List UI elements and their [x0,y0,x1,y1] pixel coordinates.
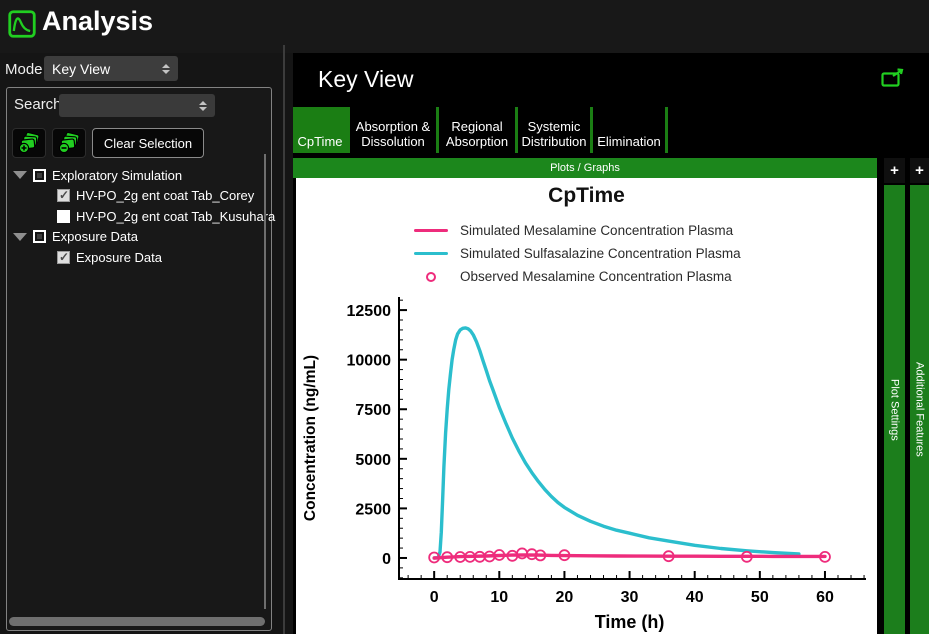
sidebar: Mode Key View Search [0,53,277,634]
key-view-window: Key View CpTime Absorption & Dissolution… [293,53,929,634]
tree-item-label: Exposure Data [52,229,138,244]
svg-text:20: 20 [556,589,574,606]
checkbox[interactable] [57,189,70,202]
collapse-expander-icon[interactable] [13,233,27,241]
mode-label: Mode [5,61,43,78]
select-all-button[interactable] [12,128,46,158]
clear-selection-button[interactable]: Clear Selection [92,128,204,158]
selection-panel: Search [6,87,272,631]
spinner-arrows-icon [162,64,170,74]
svg-text:40: 40 [686,589,704,606]
tree-item[interactable]: Exposure Data [7,247,261,268]
svg-text:60: 60 [816,589,834,606]
app-header: Analysis [0,0,929,53]
tree-item[interactable]: Exploratory Simulation [7,165,261,186]
svg-text:30: 30 [621,589,639,606]
app-title: Analysis [42,6,153,37]
plots-graphs-bar: Plots / Graphs [293,158,877,178]
tab-systemic-distribution[interactable]: Systemic Distribution [518,107,590,153]
spinner-arrows-icon [199,101,207,111]
svg-text:10: 10 [490,589,508,606]
legend-item: Simulated Mesalamine Concentration Plasm… [414,219,741,242]
tree-item-label: HV-PO_2g ent coat Tab_Kusuhara [76,209,275,224]
checkbox[interactable] [57,210,70,223]
mode-select-value: Key View [52,61,110,77]
pink-line-swatch [414,229,448,233]
window-title: Key View [318,66,413,93]
tree-item-label: HV-PO_2g ent coat Tab_Corey [76,188,254,203]
vertical-scrollbar[interactable] [264,154,266,609]
chart-title: CpTime [296,184,877,208]
deselect-all-button[interactable] [52,128,86,158]
checkbox[interactable] [33,230,46,243]
mode-select[interactable]: Key View [44,56,178,81]
chart-legend: Simulated Mesalamine Concentration Plasm… [414,219,741,288]
svg-text:0: 0 [430,589,439,606]
tree-item-label: Exposure Data [76,250,162,265]
tab-separator [665,107,668,153]
cptime-chart: 0 10 20 30 40 50 60 0 2500 5000 7500 10000 12500 Time… [300,281,875,634]
plot-settings-expand-button[interactable]: + [884,158,905,183]
checkbox[interactable] [33,169,46,182]
svg-text:Concentration (ng/mL): Concentration (ng/mL) [302,355,319,521]
simulation-tree: Exploratory Simulation HV-PO_2g ent coat… [7,165,261,268]
collapse-expander-icon[interactable] [13,171,27,179]
plot-settings-panel-tab[interactable]: Plot Settings [884,185,905,634]
tree-item-label: Exploratory Simulation [52,168,182,183]
svg-text:50: 50 [751,589,769,606]
svg-text:5000: 5000 [355,452,391,469]
search-input[interactable] [67,98,177,113]
svg-text:7500: 7500 [355,402,391,419]
horizontal-scrollbar[interactable] [9,617,265,626]
search-label: Search [14,96,62,113]
plot-area: CpTime Simulated Mesalamine Concentratio… [296,178,877,634]
tab-absorption-dissolution[interactable]: Absorption & Dissolution [350,107,436,153]
additional-features-expand-button[interactable]: + [910,158,929,183]
additional-features-panel-tab[interactable]: Additional Features [910,185,929,634]
checkbox[interactable] [57,251,70,264]
svg-text:Time (h): Time (h) [595,612,665,632]
svg-text:12500: 12500 [347,303,392,320]
tree-item[interactable]: HV-PO_2g ent coat Tab_Corey [7,186,261,207]
legend-item: Simulated Sulfasalazine Concentration Pl… [414,242,741,265]
search-combo[interactable] [59,94,215,117]
tab-regional-absorption[interactable]: Regional Absorption [439,107,515,153]
cyan-line-swatch [414,252,448,256]
panel-splitter[interactable] [283,45,285,634]
tree-item[interactable]: Exposure Data [7,227,261,248]
tree-item[interactable]: HV-PO_2g ent coat Tab_Kusuhara [7,206,261,227]
tab-cptime[interactable]: CpTime [293,107,347,153]
svg-text:10000: 10000 [347,353,392,370]
stack-minus-icon [57,131,81,155]
analysis-logo-icon [8,10,36,38]
svg-text:0: 0 [382,551,391,568]
stack-plus-icon [17,131,41,155]
open-in-new-window-icon[interactable] [881,68,905,88]
tab-elimination[interactable]: Elimination [593,107,665,153]
svg-text:2500: 2500 [355,501,391,518]
pink-circle-swatch [414,272,448,282]
view-tabs: CpTime Absorption & Dissolution Regional… [293,107,668,153]
